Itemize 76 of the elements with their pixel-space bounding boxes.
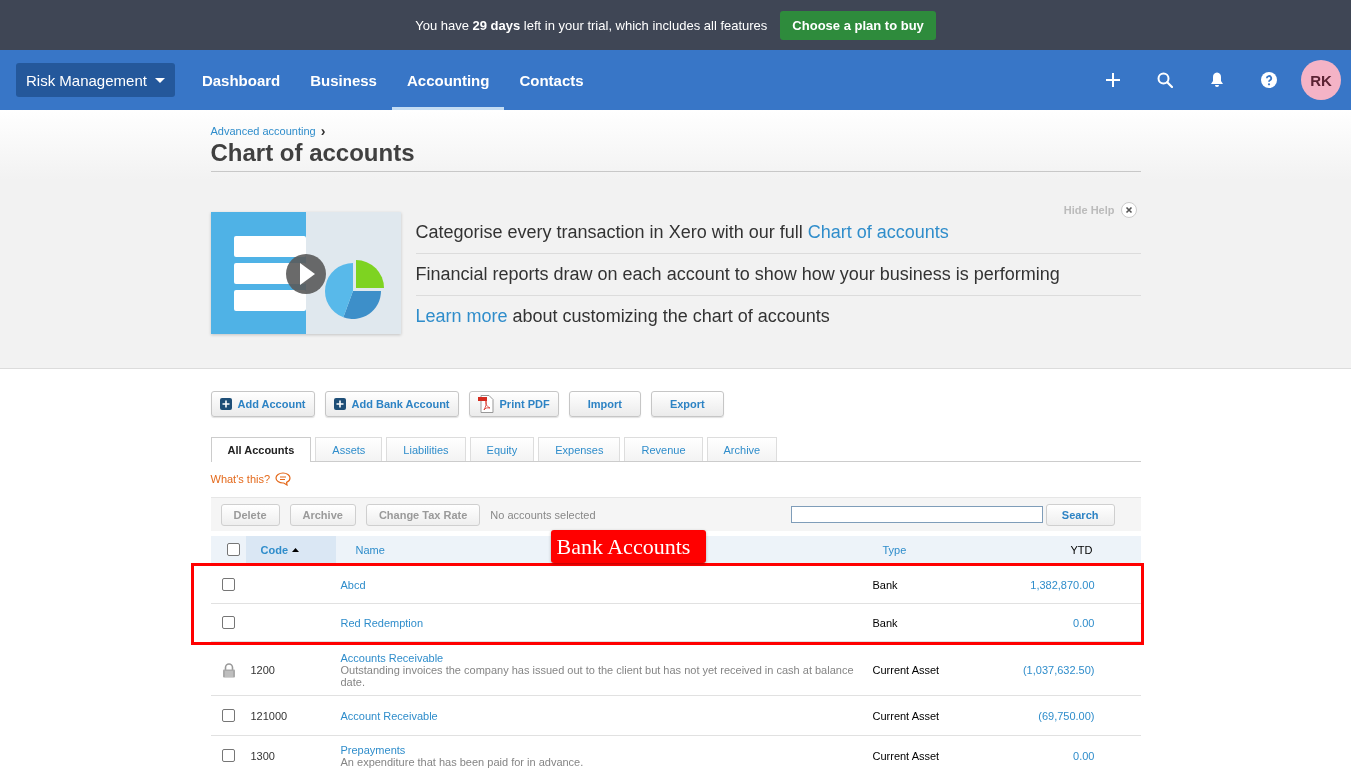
print-pdf-button[interactable]: Print PDF bbox=[468, 391, 559, 417]
lock-icon bbox=[221, 662, 236, 678]
column-header[interactable]: Name bbox=[355, 543, 385, 556]
checkbox[interactable] bbox=[221, 578, 235, 591]
account-type: Current Asset bbox=[872, 664, 940, 676]
filter-tab[interactable]: Archive bbox=[706, 437, 778, 461]
filter-tab[interactable]: Assets bbox=[315, 437, 383, 461]
trial-message: You have 29 days left in your trial, which includes all features bbox=[415, 17, 768, 33]
help-link[interactable]: Learn more bbox=[415, 306, 508, 326]
help-text: Categorise every transaction in Xero with our full Chart of accounts bbox=[415, 222, 949, 243]
ytd-amount: 0.00 bbox=[1073, 749, 1095, 762]
choose-plan-button[interactable]: Choose a plan to buy bbox=[780, 10, 936, 40]
account-type: Bank bbox=[872, 616, 898, 629]
account-name-link[interactable]: Abcd bbox=[340, 578, 366, 591]
export-button[interactable]: Export bbox=[650, 391, 724, 417]
pie-chart-drawing bbox=[324, 260, 384, 319]
import-button[interactable]: Import bbox=[568, 391, 641, 417]
account-name-link[interactable]: Red Redemption bbox=[340, 616, 424, 629]
filter-tab[interactable]: All Accounts bbox=[210, 437, 312, 462]
nav-link[interactable]: Business bbox=[295, 50, 392, 110]
filter-tab[interactable]: Revenue bbox=[624, 437, 703, 461]
breadcrumb-separator: › bbox=[320, 124, 326, 138]
filter-tab[interactable]: Equity bbox=[469, 437, 535, 461]
search-field[interactable] bbox=[790, 506, 1043, 523]
caret-icon bbox=[154, 77, 165, 83]
selection-status: No accounts selected bbox=[490, 508, 596, 521]
help-icon[interactable] bbox=[1261, 72, 1277, 88]
checkbox[interactable] bbox=[221, 616, 235, 629]
filter-tab[interactable]: Expenses bbox=[538, 437, 621, 461]
search-icon[interactable] bbox=[1157, 72, 1173, 88]
nav-link[interactable]: Dashboard bbox=[186, 50, 296, 110]
column-header[interactable]: Code bbox=[245, 536, 336, 563]
account-code: 121000 bbox=[250, 709, 288, 722]
ytd-amount: (69,750.00) bbox=[1038, 709, 1095, 722]
plus-icon bbox=[219, 398, 232, 410]
ytd-amount: 0.00 bbox=[1073, 616, 1095, 629]
add-bank-account-button[interactable]: Add Bank Account bbox=[324, 391, 459, 417]
ytd-amount: (1,037,632.50) bbox=[1022, 664, 1095, 676]
account-type: Current Asset bbox=[872, 709, 940, 722]
organisation-menu-button[interactable]: Risk Management bbox=[16, 63, 175, 97]
checkbox[interactable] bbox=[226, 543, 240, 556]
filter-tab[interactable]: Liabilities bbox=[386, 437, 466, 461]
checkbox[interactable] bbox=[221, 749, 235, 762]
column-header[interactable]: Type bbox=[882, 543, 907, 556]
plus-icon bbox=[333, 398, 346, 410]
bell-icon[interactable] bbox=[1210, 72, 1224, 88]
whats-this-link[interactable]: What's this? bbox=[210, 473, 271, 485]
account-type: Current Asset bbox=[872, 749, 940, 762]
help-text: Learn more about customizing the chart of accounts bbox=[415, 306, 830, 327]
plus-icon[interactable] bbox=[1106, 73, 1120, 87]
breadcrumb-link[interactable]: Advanced accounting bbox=[210, 125, 316, 137]
pdf-file-icon bbox=[477, 395, 494, 413]
account-description: Outstanding invoices the company has issued out to the client but has not yet received in cash at balance date. bbox=[340, 664, 855, 688]
user-avatar[interactable]: RK bbox=[1301, 60, 1341, 100]
column-header: YTD bbox=[1070, 543, 1093, 556]
help-text: Financial reports draw on each account to show how your business is performing bbox=[415, 264, 1060, 285]
help-link[interactable]: Chart of accounts bbox=[807, 222, 949, 242]
video-thumbnail[interactable] bbox=[210, 212, 401, 334]
checkbox[interactable] bbox=[221, 709, 235, 722]
page-title: Chart of accounts bbox=[210, 139, 1141, 172]
sort-ascending-icon bbox=[292, 547, 299, 552]
add-account-button[interactable]: Add Account bbox=[210, 391, 315, 417]
close-icon bbox=[1120, 202, 1137, 218]
nav-link[interactable]: Contacts bbox=[504, 50, 599, 110]
account-name-link[interactable]: Accounts Receivable bbox=[340, 652, 444, 664]
annotation-label: Bank Accounts bbox=[550, 530, 707, 563]
speech-bubble-icon[interactable] bbox=[275, 472, 292, 486]
search-button[interactable]: Search bbox=[1045, 503, 1115, 526]
account-code: 1200 bbox=[250, 664, 275, 676]
account-type: Bank bbox=[872, 578, 898, 591]
account-code: 1300 bbox=[250, 749, 275, 762]
account-name-link[interactable]: Account Receivable bbox=[340, 709, 438, 722]
account-description: An expenditure that has been paid for in advance. bbox=[340, 755, 585, 768]
play-icon[interactable] bbox=[285, 254, 326, 294]
account-name-link[interactable]: Prepayments bbox=[340, 743, 406, 756]
ytd-amount: 1,382,870.00 bbox=[1030, 578, 1095, 591]
